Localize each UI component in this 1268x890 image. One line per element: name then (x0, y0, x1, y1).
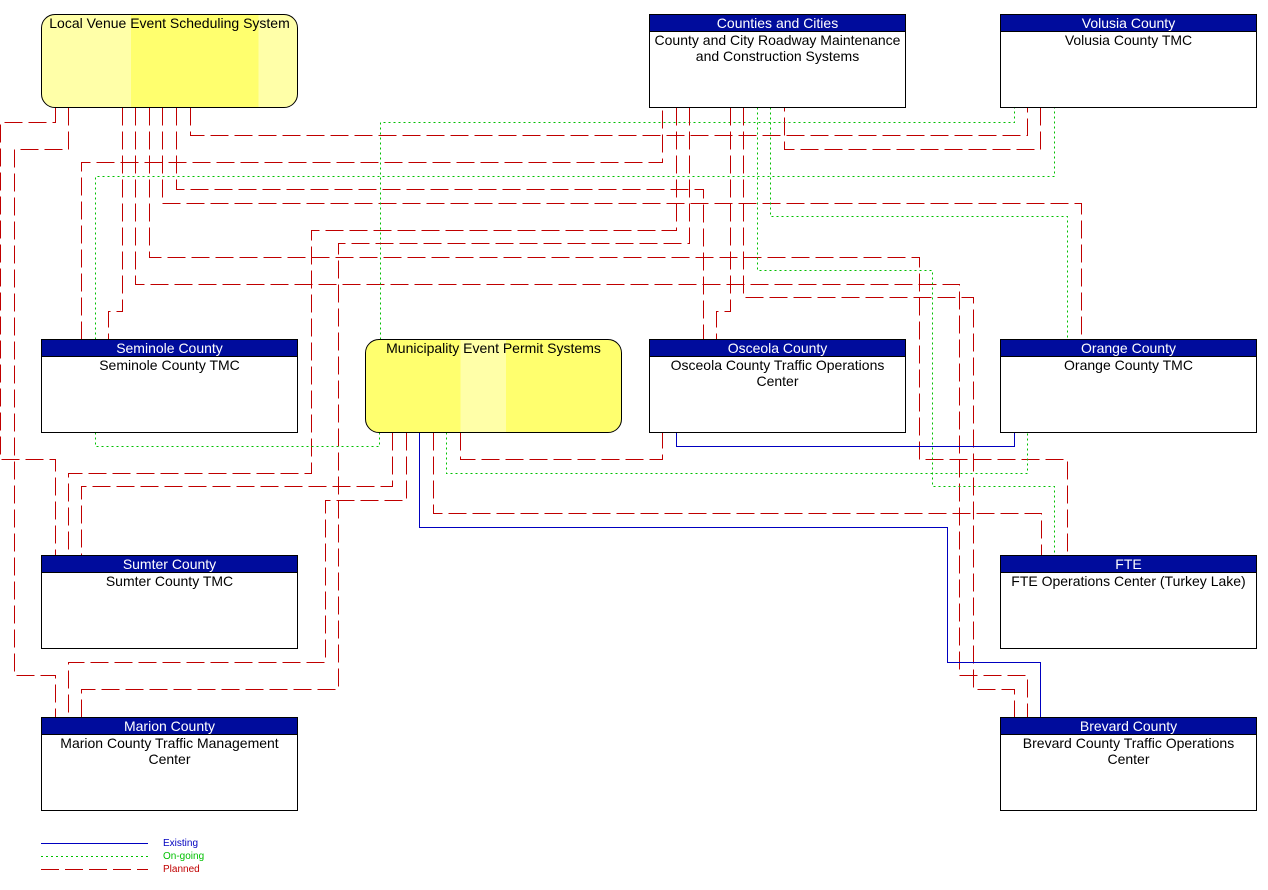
node-title: County and City Roadway Maintenance and … (654, 32, 901, 64)
node-header: Counties and Cities (650, 15, 905, 32)
node-local-venue-event-scheduling-system[interactable]: Local Venue Event Scheduling System (41, 14, 298, 108)
connection-seminole-volusia-ongoing (95, 107, 1055, 340)
connection-muni-orange-ongoing (446, 432, 1028, 474)
connection-lvess-volusia-planned (190, 107, 1028, 136)
connection-cc-sumter-planned (68, 107, 677, 556)
node-marion-county-tmc[interactable]: Marion County Marion County Traffic Mana… (41, 717, 298, 811)
node-orange-county-tmc[interactable]: Orange County Orange County TMC (1000, 339, 1257, 433)
node-title: Brevard County Traffic Operations Center (1022, 735, 1235, 767)
node-volusia-county-tmc[interactable]: Volusia County Volusia County TMC (1000, 14, 1257, 108)
node-title: Municipality Event Permit Systems (386, 340, 601, 356)
node-sumter-county-tmc[interactable]: Sumter County Sumter County TMC (41, 555, 298, 649)
node-osceola-county-toc[interactable]: Osceola County Osceola County Traffic Op… (649, 339, 906, 433)
connection-lvess-sumter-planned (0, 107, 56, 556)
node-header: Seminole County (42, 340, 297, 357)
connection-seminole-cc-planned (81, 107, 663, 340)
connection-lvess-osceola-planned (176, 107, 704, 340)
node-header: Osceola County (650, 340, 905, 357)
connection-cc-fte-ongoing (757, 107, 1055, 556)
connection-muni-fte-planned (433, 432, 1042, 556)
legend-planned-label: Planned (163, 864, 200, 875)
node-header: FTE (1001, 556, 1256, 573)
node-header: Sumter County (42, 556, 297, 573)
connection-osceola-orange-existing (676, 432, 1015, 447)
node-municipality-event-permit-systems[interactable]: Municipality Event Permit Systems (365, 339, 622, 433)
node-header: Brevard County (1001, 718, 1256, 735)
node-title: Volusia County TMC (1064, 32, 1193, 48)
connection-cc-osceola-planned (716, 107, 731, 340)
node-seminole-county-tmc[interactable]: Seminole County Seminole County TMC (41, 339, 298, 433)
node-fte-operations-center[interactable]: FTE FTE Operations Center (Turkey Lake) (1000, 555, 1257, 649)
connection-cc-volusia-planned (784, 107, 1041, 150)
node-title: Osceola County Traffic Operations Center (670, 357, 885, 389)
connection-lvess-seminole-planned (108, 107, 123, 340)
node-title: Local Venue Event Scheduling System (49, 15, 290, 31)
node-header: Volusia County (1001, 15, 1256, 32)
node-header: Orange County (1001, 340, 1256, 357)
node-title: Seminole County TMC (99, 357, 240, 373)
node-county-city-roadway-systems[interactable]: Counties and Cities County and City Road… (649, 14, 906, 108)
connection-seminole-muni-ongoing (95, 432, 380, 447)
node-title: Orange County TMC (1064, 357, 1193, 373)
connection-muni-brevard-existing (419, 432, 1041, 718)
legend-ongoing-label: On-going (163, 851, 205, 862)
node-header: Marion County (42, 718, 297, 735)
node-brevard-county-toc[interactable]: Brevard County Brevard County Traffic Op… (1000, 717, 1257, 811)
node-title: FTE Operations Center (Turkey Lake) (1011, 573, 1246, 589)
node-title: Marion County Traffic Management Center (60, 735, 279, 767)
connection-muni-osceola-planned (460, 432, 663, 460)
legend-existing-label: Existing (163, 838, 199, 849)
node-title: Sumter County TMC (105, 573, 234, 589)
connection-lvess-fte-planned (149, 107, 1068, 556)
connection-lvess-orange-planned (162, 107, 1082, 340)
connection-muni-sumter-planned (81, 432, 393, 556)
